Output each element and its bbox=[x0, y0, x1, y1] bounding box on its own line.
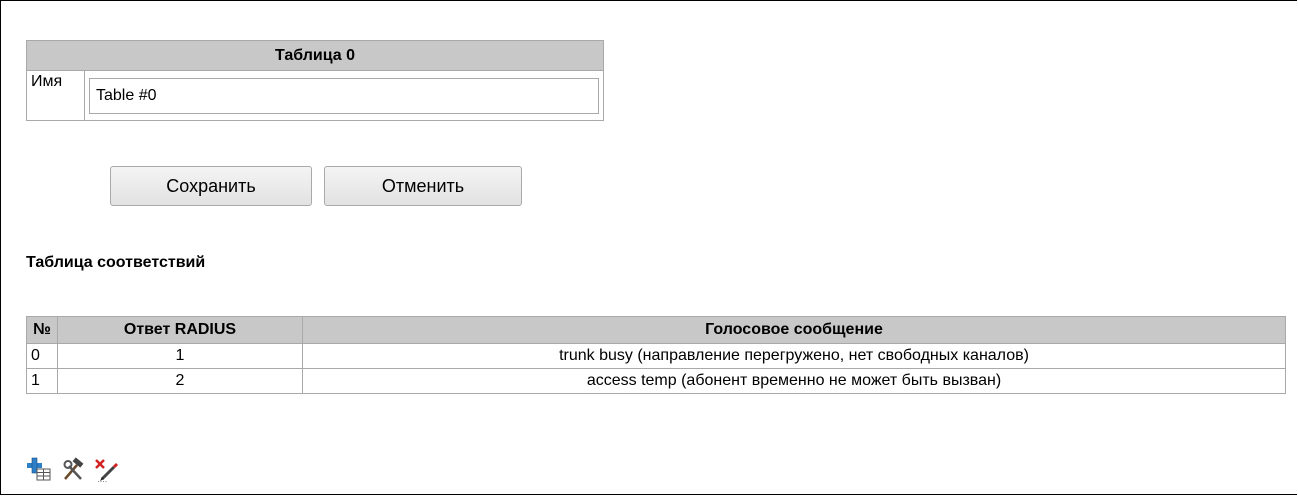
row-radius: 1 bbox=[57, 343, 303, 369]
row-message: trunk busy (направление перегружено, нет… bbox=[302, 343, 1286, 369]
table-row[interactable]: 0 1 trunk busy (направление перегружено,… bbox=[26, 343, 1286, 369]
row-number: 1 bbox=[26, 368, 58, 394]
table-settings-form: Таблица 0 Имя bbox=[26, 40, 604, 121]
mapping-table: № Ответ RADIUS Голосовое сообщение 0 1 t… bbox=[26, 316, 1286, 394]
delete-edit-icon[interactable] bbox=[94, 457, 120, 483]
edit-tools-icon[interactable] bbox=[60, 457, 86, 483]
form-header: Таблица 0 bbox=[26, 40, 604, 71]
name-input-cell bbox=[84, 70, 604, 121]
column-header-radius: Ответ RADIUS bbox=[57, 316, 303, 344]
name-input[interactable] bbox=[89, 77, 599, 114]
cancel-button[interactable]: Отменить bbox=[324, 166, 522, 206]
name-label: Имя bbox=[26, 70, 85, 121]
save-button[interactable]: Сохранить bbox=[110, 166, 312, 206]
mapping-header-row: № Ответ RADIUS Голосовое сообщение bbox=[26, 316, 1286, 344]
mapping-section-title: Таблица соответствий bbox=[26, 254, 206, 271]
row-radius: 2 bbox=[57, 368, 303, 394]
table-row[interactable]: 1 2 access temp (абонент временно не мож… bbox=[26, 368, 1286, 394]
row-message: access temp (абонент временно не может б… bbox=[302, 368, 1286, 394]
add-row-icon[interactable] bbox=[26, 457, 52, 483]
table-toolbar bbox=[26, 456, 120, 484]
column-header-message: Голосовое сообщение bbox=[302, 316, 1286, 344]
row-number: 0 bbox=[26, 343, 58, 369]
column-header-number: № bbox=[26, 316, 58, 344]
